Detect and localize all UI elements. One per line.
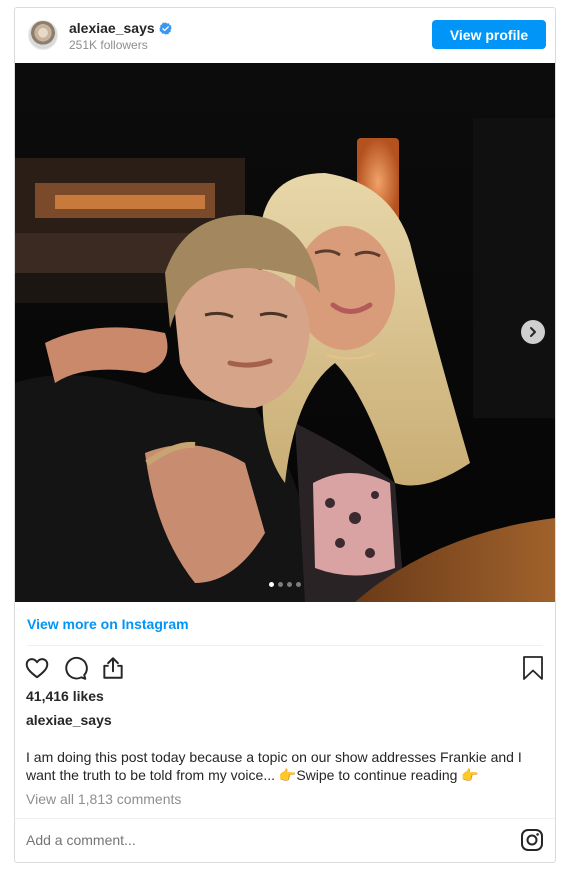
caption-username[interactable]: alexiae_says [26, 712, 112, 728]
comment-icon[interactable] [62, 655, 88, 681]
divider [27, 645, 543, 646]
instagram-embed-card: alexiae_says 251K followers View profile [14, 7, 556, 863]
post-header: alexiae_says 251K followers View profile [15, 8, 555, 63]
carousel-next-button[interactable] [521, 320, 545, 344]
chevron-right-icon [530, 327, 536, 337]
post-caption: I am doing this post today because a top… [26, 749, 522, 783]
carousel-dot [296, 582, 301, 587]
like-count[interactable]: 41,416 likes [26, 688, 104, 704]
bookmark-icon[interactable] [521, 655, 545, 681]
avatar[interactable] [28, 20, 58, 50]
view-all-comments-link[interactable]: View all 1,813 comments [26, 791, 181, 807]
view-profile-button[interactable]: View profile [432, 20, 546, 49]
verified-badge-icon [158, 21, 172, 35]
carousel-dot [269, 582, 274, 587]
view-more-link[interactable]: View more on Instagram [27, 616, 189, 632]
divider [15, 818, 555, 819]
comment-input[interactable] [26, 832, 466, 848]
username[interactable]: alexiae_says [69, 20, 155, 36]
carousel-indicator [15, 582, 555, 587]
photo-image [15, 63, 555, 602]
post-photo[interactable] [15, 63, 555, 602]
instagram-icon[interactable] [520, 828, 544, 852]
share-icon[interactable] [100, 655, 126, 681]
follower-count: 251K followers [69, 38, 148, 52]
action-bar [24, 655, 126, 681]
carousel-dot [278, 582, 283, 587]
carousel-dot [287, 582, 292, 587]
username-row: alexiae_says [69, 20, 172, 36]
heart-icon[interactable] [24, 655, 50, 681]
